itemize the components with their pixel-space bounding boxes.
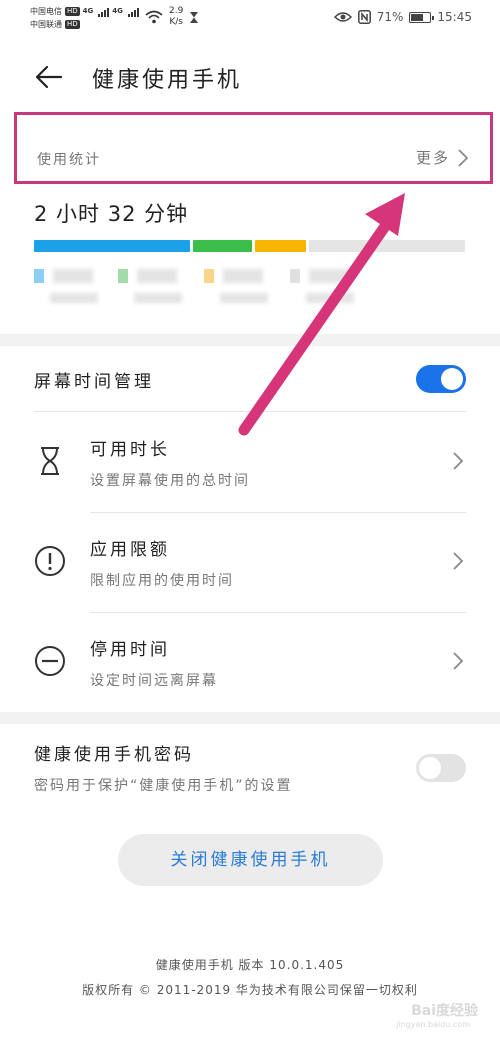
- signal-icon: [98, 7, 110, 17]
- hourglass-status-icon: [190, 11, 199, 23]
- total-usage-time: 2 小时 32 分钟: [34, 202, 189, 226]
- item-available-duration[interactable]: 可用时长 设置屏幕使用的总时间: [0, 413, 500, 509]
- back-arrow-icon: [35, 65, 63, 89]
- watermark-url: jingyan.baidu.com: [396, 1020, 470, 1029]
- usage-stats-header[interactable]: 使用统计 更多: [14, 112, 493, 184]
- item-subtitle: 设定时间远离屏幕: [90, 673, 218, 689]
- nfc-icon: [357, 10, 371, 24]
- item-title: 应用限额: [90, 540, 170, 560]
- hd-badge: HD: [65, 20, 80, 29]
- carrier-2: 中国联通: [30, 20, 62, 29]
- section-divider: [0, 334, 500, 346]
- item-title: 可用时长: [90, 440, 170, 460]
- usage-segment: [34, 240, 190, 252]
- legend-item: [118, 268, 182, 307]
- eye-icon: [333, 12, 352, 22]
- carrier-info: 中国电信 HD 4G 4G 中国联通 HD: [30, 5, 139, 31]
- item-subtitle: 设置屏幕使用的总时间: [90, 473, 250, 489]
- screen-time-row: 屏幕时间管理: [34, 365, 466, 395]
- battery-percent: 71%: [376, 10, 404, 24]
- usage-segment: [255, 240, 306, 252]
- clock: 15:45: [437, 10, 472, 24]
- section-divider: [0, 712, 500, 724]
- more-link[interactable]: 更多: [416, 147, 468, 168]
- battery-icon: [409, 11, 435, 23]
- legend-item: [34, 268, 98, 307]
- signal-icon: [127, 7, 139, 17]
- close-health-button[interactable]: 关闭健康使用手机: [118, 834, 383, 886]
- network-type: 4G: [112, 7, 123, 15]
- item-subtitle: 限制应用的使用时间: [90, 573, 234, 589]
- legend-item: [290, 268, 354, 307]
- more-label: 更多: [415, 149, 450, 167]
- hd-badge: HD: [65, 7, 80, 16]
- legend-swatch: [118, 269, 128, 283]
- wifi-icon: [145, 10, 163, 24]
- toggle-knob: [441, 368, 463, 390]
- copyright-text: 版权所有 © 2011-2019 华为技术有限公司保留一切权利: [82, 983, 418, 997]
- password-title: 健康使用手机密码: [34, 745, 194, 765]
- chevron-right-icon: [453, 452, 464, 470]
- usage-segment: [309, 240, 465, 252]
- network-type: 4G: [82, 7, 94, 15]
- page-title: 健康使用手机: [92, 68, 243, 93]
- title-bar: 健康使用手机: [0, 52, 500, 100]
- screen-time-toggle[interactable]: [416, 365, 466, 393]
- chevron-right-icon: [453, 552, 464, 570]
- exclamation-circle-icon: [35, 546, 65, 576]
- status-bar: 中国电信 HD 4G 4G 中国联通 HD 2.9 K/s 71% 15:45: [0, 0, 500, 40]
- watermark-logo: Bai度经验: [411, 1003, 478, 1019]
- usage-stats-label: 使用统计: [37, 152, 101, 168]
- screen-time-label: 屏幕时间管理: [34, 372, 154, 392]
- carrier-1: 中国电信: [30, 7, 62, 16]
- chevron-right-icon: [458, 148, 468, 167]
- item-downtime[interactable]: 停用时间 设定时间远离屏幕: [0, 613, 500, 709]
- minus-circle-icon: [35, 646, 65, 676]
- chevron-right-icon: [453, 652, 464, 670]
- hourglass-icon: [41, 447, 59, 475]
- legend-item: [204, 268, 268, 307]
- item-title: 停用时间: [90, 640, 170, 660]
- usage-bar: [34, 240, 465, 252]
- password-toggle[interactable]: [416, 754, 466, 782]
- legend-swatch: [290, 269, 300, 283]
- item-app-limits[interactable]: 应用限额 限制应用的使用时间: [0, 513, 500, 609]
- legend-swatch: [204, 269, 214, 283]
- password-row: 健康使用手机密码 密码用于保护“健康使用手机”的设置: [34, 740, 466, 795]
- legend-swatch: [34, 269, 44, 283]
- network-speed: 2.9 K/s: [169, 6, 184, 27]
- divider: [34, 411, 466, 412]
- usage-legend: [34, 268, 465, 308]
- password-subtitle: 密码用于保护“健康使用手机”的设置: [34, 778, 293, 794]
- back-button[interactable]: [34, 62, 64, 92]
- usage-segment: [193, 240, 252, 252]
- toggle-knob: [419, 757, 441, 779]
- version-text: 健康使用手机 版本 10.0.1.405: [155, 958, 345, 972]
